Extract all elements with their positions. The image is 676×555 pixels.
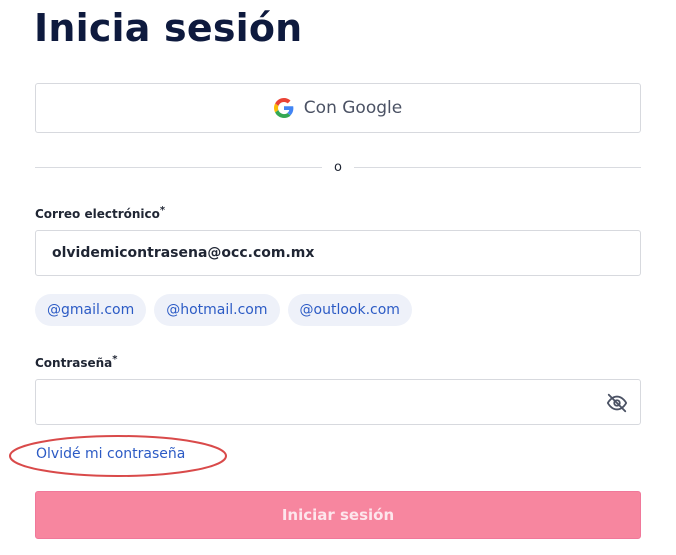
suggestion-outlook[interactable]: @outlook.com bbox=[287, 294, 412, 326]
google-logo-icon bbox=[273, 98, 294, 118]
password-field-container bbox=[35, 379, 641, 425]
password-label-text: Contraseña bbox=[35, 356, 113, 370]
password-required-mark: * bbox=[112, 354, 118, 365]
email-input[interactable] bbox=[36, 231, 640, 275]
suggestion-gmail[interactable]: @gmail.com bbox=[35, 294, 147, 326]
login-page: Inicia sesión Con Google o Correo electr… bbox=[0, 0, 676, 555]
eye-slash-icon[interactable] bbox=[606, 392, 628, 414]
page-title: Inicia sesión bbox=[34, 6, 303, 50]
divider-line-left bbox=[35, 166, 323, 168]
email-required-mark: * bbox=[159, 205, 166, 216]
login-submit-button[interactable]: Iniciar sesión bbox=[35, 491, 641, 539]
divider-line-right bbox=[353, 166, 641, 168]
or-divider: o bbox=[35, 157, 641, 177]
forgot-password-link[interactable]: Olvidé mi contraseña bbox=[36, 446, 185, 462]
email-field-container bbox=[35, 230, 641, 276]
password-label: Contraseña* bbox=[35, 354, 118, 370]
password-input[interactable] bbox=[36, 380, 640, 424]
email-domain-suggestions: @gmail.com @hotmail.com @outlook.com bbox=[35, 294, 412, 326]
suggestion-hotmail[interactable]: @hotmail.com bbox=[154, 294, 280, 326]
email-label-text: Correo electrónico bbox=[35, 207, 160, 221]
google-signin-button[interactable]: Con Google bbox=[35, 83, 641, 133]
divider-text: o bbox=[334, 159, 342, 175]
google-button-label: Con Google bbox=[303, 98, 403, 118]
email-label: Correo electrónico* bbox=[35, 205, 165, 221]
